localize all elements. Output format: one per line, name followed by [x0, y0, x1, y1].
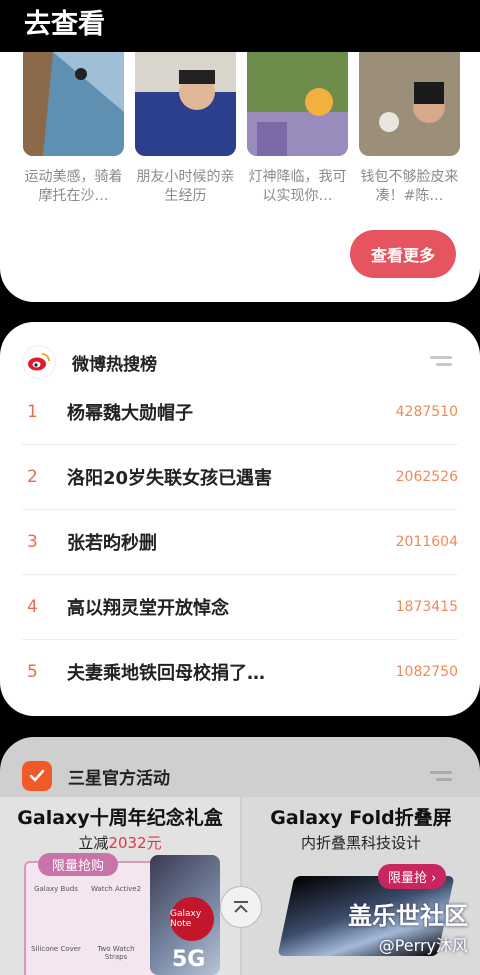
limited-badge: 限量抢购 — [38, 853, 119, 876]
promo-headline: Galaxy Fold折叠屏 — [270, 807, 452, 829]
weibo-hot-card: 微博热搜榜 1 杨幂魏大勋帽子 4287510 2 洛阳20岁失联女孩已遇害 2… — [0, 322, 480, 716]
hot-count: 1873415 — [395, 599, 458, 615]
weibo-icon — [22, 345, 56, 379]
video-caption[interactable]: 朋友小时候的亲生经历 — [135, 168, 236, 206]
drag-handle-icon[interactable] — [430, 771, 452, 785]
video-card: 运动美感，骑着摩托在沙… 朋友小时候的亲生经历 灯神降临，我可以实现你… 钱包不… — [0, 52, 480, 302]
5g-label: 5G — [172, 947, 206, 972]
product-label: Silicone Cover — [31, 945, 81, 953]
promo-subtitle: 立减2032元 — [78, 834, 162, 852]
gift-box-illustration: Galaxy Buds Watch Active2 Silicone Cover… — [24, 861, 168, 975]
chevron-up-icon — [234, 901, 248, 913]
video-thumbnail[interactable] — [23, 52, 124, 156]
hot-search-item[interactable]: 5 夫妻乘地铁回母校捐了… 1082750 — [22, 640, 458, 704]
card-title: 微博热搜榜 — [72, 354, 157, 375]
hot-search-item[interactable]: 2 洛阳20岁失联女孩已遇害 2062526 — [22, 445, 458, 510]
samsung-activity-icon — [22, 761, 52, 791]
hot-count: 2011604 — [395, 534, 458, 550]
rank-number: 2 — [27, 467, 38, 487]
product-label: Two Watch Straps — [97, 945, 135, 961]
section-title: 去查看 — [24, 9, 105, 40]
video-thumbnail[interactable] — [359, 52, 460, 156]
product-label: Watch Active2 — [90, 885, 142, 893]
video-thumbnail[interactable] — [135, 52, 236, 156]
watermark-text: 盖乐世社区 — [348, 902, 468, 930]
promo-subtitle: 内折叠黑科技设计 — [300, 834, 421, 852]
hot-search-title: 张若昀秒删 — [67, 533, 157, 554]
heart-badge: Galaxy Note — [170, 897, 214, 941]
promo-banner-galaxy-gift[interactable]: Galaxy十周年纪念礼盒 立减2032元 Galaxy Buds Watch … — [0, 797, 240, 975]
video-caption[interactable]: 运动美感，骑着摩托在沙… — [23, 168, 124, 206]
promo-headline: Galaxy十周年纪念礼盒 — [17, 807, 223, 829]
drag-handle-icon[interactable] — [430, 356, 452, 370]
hot-count: 1082750 — [395, 664, 458, 680]
hot-search-item[interactable]: 1 杨幂魏大勋帽子 4287510 — [22, 380, 458, 445]
hot-search-item[interactable]: 4 高以翔灵堂开放悼念 1873415 — [22, 575, 458, 640]
card-title: 三星官方活动 — [68, 768, 170, 789]
video-caption[interactable]: 灯神降临，我可以实现你… — [247, 168, 348, 206]
rank-number: 4 — [27, 597, 38, 617]
video-thumbnail[interactable] — [247, 52, 348, 156]
hot-search-item[interactable]: 3 张若昀秒删 2011604 — [22, 510, 458, 575]
hot-count: 4287510 — [395, 404, 458, 420]
product-label: Galaxy Buds — [34, 885, 78, 893]
rank-number: 5 — [27, 662, 38, 682]
limited-badge[interactable]: 限量抢 › — [378, 864, 447, 889]
watermark-author: @Perry沐风 — [378, 936, 468, 955]
video-caption[interactable]: 钱包不够脸皮来凑！#陈… — [359, 168, 460, 206]
hot-count: 2062526 — [395, 469, 458, 485]
scroll-to-top-button[interactable] — [220, 886, 262, 928]
see-more-button[interactable]: 查看更多 — [350, 230, 456, 278]
hot-search-title: 高以翔灵堂开放悼念 — [67, 598, 229, 619]
rank-number: 1 — [27, 402, 38, 422]
hot-search-title: 夫妻乘地铁回母校捐了… — [67, 663, 265, 684]
hot-search-list: 1 杨幂魏大勋帽子 4287510 2 洛阳20岁失联女孩已遇害 2062526… — [22, 380, 458, 704]
hot-search-title: 洛阳20岁失联女孩已遇害 — [67, 468, 273, 489]
rank-number: 3 — [27, 532, 38, 552]
hot-search-title: 杨幂魏大勋帽子 — [67, 403, 193, 424]
